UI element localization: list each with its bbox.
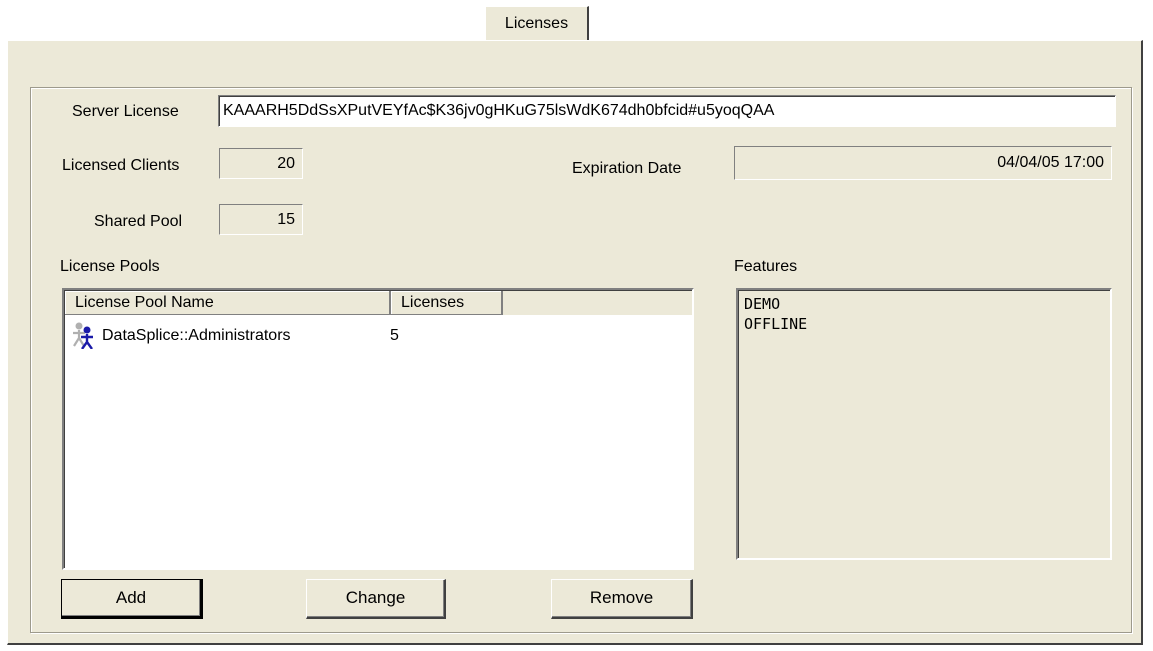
column-header-licenses[interactable]: Licenses bbox=[391, 291, 503, 315]
server-license-field[interactable]: KAAARH5DdSsXPutVEYfAc$K36jv0gHKuG75lsWdK… bbox=[218, 95, 1116, 127]
tab-licenses[interactable]: Licenses bbox=[485, 6, 589, 40]
licensed-clients-value: 20 bbox=[219, 148, 303, 179]
server-license-label: Server License bbox=[72, 103, 179, 120]
column-header-license-pool-name[interactable]: License Pool Name bbox=[65, 291, 391, 315]
shared-pool-value: 15 bbox=[219, 204, 303, 235]
remove-button[interactable]: Remove bbox=[551, 579, 693, 619]
expiration-date-value: 04/04/05 17:00 bbox=[734, 146, 1112, 180]
pool-name: DataSplice::Administrators bbox=[102, 327, 291, 344]
list-item[interactable]: DataSplice::Administrators 5 bbox=[68, 322, 668, 350]
list-header: License Pool Name Licenses bbox=[65, 291, 692, 315]
features-label: Features bbox=[734, 258, 798, 275]
feature-item: DEMO bbox=[744, 295, 781, 313]
expiration-date-label: Expiration Date bbox=[572, 160, 682, 177]
license-pools-list[interactable]: License Pool Name Licenses DataSplice::A… bbox=[62, 288, 694, 570]
change-button[interactable]: Change bbox=[306, 579, 446, 619]
add-button[interactable]: Add bbox=[61, 579, 203, 619]
pool-licenses: 5 bbox=[390, 327, 399, 344]
licensed-clients-label: Licensed Clients bbox=[62, 157, 180, 174]
feature-item: OFFLINE bbox=[744, 315, 808, 333]
features-list[interactable]: DEMO OFFLINE bbox=[736, 288, 1112, 560]
user-group-icon bbox=[70, 321, 98, 350]
license-pools-label: License Pools bbox=[60, 258, 160, 275]
shared-pool-label: Shared Pool bbox=[94, 213, 183, 230]
